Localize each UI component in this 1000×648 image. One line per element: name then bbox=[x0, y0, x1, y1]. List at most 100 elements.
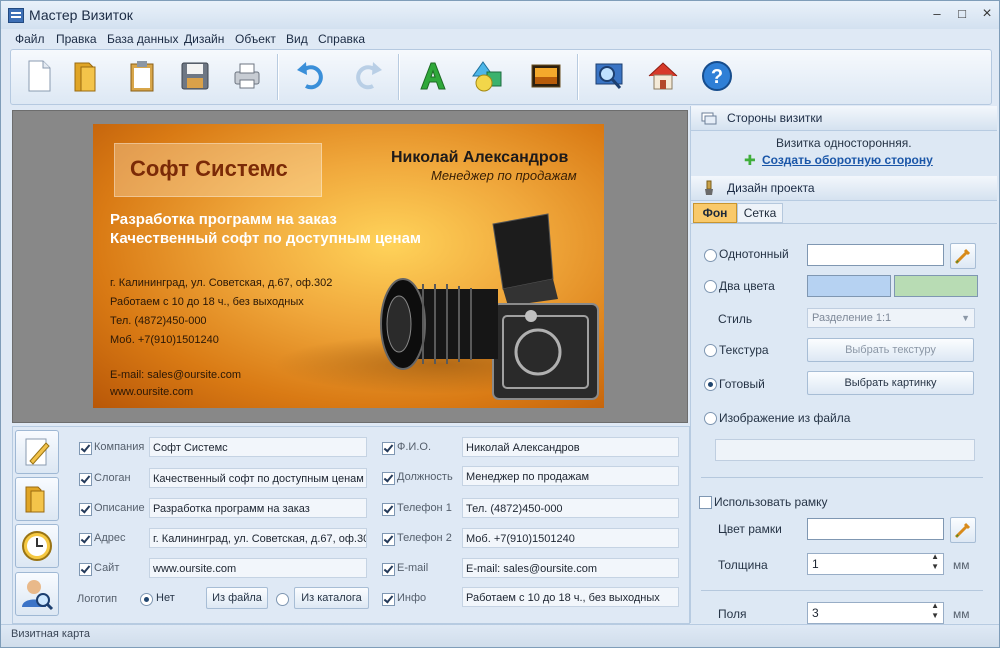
card-name[interactable]: Николай Александров bbox=[391, 149, 568, 167]
design-header-title: Дизайн проекта bbox=[727, 181, 815, 195]
logo-from-file-button[interactable]: Из файла bbox=[206, 587, 268, 609]
second-color-box[interactable] bbox=[894, 275, 978, 297]
first-color-box[interactable] bbox=[807, 275, 891, 297]
address-input[interactable]: г. Калининград, ул. Советская, д.67, оф.… bbox=[149, 528, 367, 548]
description-input[interactable]: Разработка программ на заказ bbox=[149, 498, 367, 518]
company-input[interactable]: Софт Системс bbox=[149, 437, 367, 457]
minimize-button[interactable]: – bbox=[926, 5, 948, 23]
texture-radio[interactable] bbox=[704, 344, 717, 357]
menu-bar: Файл Правка База данных Дизайн Объект Ви… bbox=[1, 29, 999, 49]
menu-view[interactable]: Вид bbox=[286, 32, 308, 46]
logo-label: Логотип bbox=[77, 593, 118, 605]
spin-arrows-icon[interactable]: ▲ ▼ bbox=[931, 552, 939, 572]
card-position[interactable]: Менеджер по продажам bbox=[431, 168, 577, 183]
image-icon[interactable] bbox=[528, 58, 564, 94]
fio-checkbox[interactable] bbox=[382, 442, 395, 455]
site-checkbox[interactable] bbox=[79, 563, 92, 576]
menu-object[interactable]: Объект bbox=[235, 32, 276, 46]
texture-label: Текстура bbox=[719, 343, 769, 357]
menu-database[interactable]: База данных bbox=[107, 32, 178, 46]
templates-button[interactable] bbox=[15, 477, 59, 521]
phone2-input[interactable]: Моб. +7(910)1501240 bbox=[462, 528, 679, 548]
info-checkbox[interactable] bbox=[382, 593, 395, 606]
fields-panel: Компания Софт Системс Слоган Качественны… bbox=[12, 426, 690, 624]
create-back-side-link[interactable]: Создать оборотную сторону bbox=[762, 153, 933, 167]
card-site[interactable]: www.oursite.com bbox=[110, 386, 193, 398]
thickness-unit: мм bbox=[953, 558, 970, 572]
slogan-input[interactable]: Качественный софт по доступным ценам bbox=[149, 468, 367, 488]
address-checkbox[interactable] bbox=[79, 533, 92, 546]
position-input[interactable]: Менеджер по продажам bbox=[462, 466, 679, 486]
ready-radio[interactable] bbox=[704, 378, 717, 391]
phone1-checkbox[interactable] bbox=[382, 503, 395, 516]
zoom-icon[interactable] bbox=[591, 58, 627, 94]
edit-text-button[interactable] bbox=[15, 430, 59, 474]
logo-none-radio[interactable] bbox=[140, 593, 153, 606]
frame-color-box[interactable] bbox=[807, 518, 944, 540]
user-search-button[interactable] bbox=[15, 572, 59, 616]
style-select[interactable]: Разделение 1:1 ▼ bbox=[807, 308, 975, 328]
new-file-icon[interactable] bbox=[21, 58, 57, 94]
fio-input[interactable]: Николай Александров bbox=[462, 437, 679, 457]
two-colors-radio[interactable] bbox=[704, 280, 717, 293]
toolbar-separator bbox=[277, 54, 279, 100]
close-button[interactable]: × bbox=[976, 5, 998, 23]
logo-catalog-radio[interactable] bbox=[276, 593, 289, 606]
clipboard-icon[interactable] bbox=[124, 58, 160, 94]
clock-icon bbox=[22, 531, 52, 561]
phone1-input[interactable]: Тел. (4872)450-000 bbox=[462, 498, 679, 518]
card-address[interactable]: г. Калининград, ул. Советская, д.67, оф.… bbox=[110, 277, 332, 289]
menu-help[interactable]: Справка bbox=[318, 32, 365, 46]
card-mobile[interactable]: Моб. +7(910)1501240 bbox=[110, 334, 219, 346]
email-input[interactable]: E-mail: sales@oursite.com bbox=[462, 558, 679, 578]
menu-edit[interactable]: Правка bbox=[56, 32, 97, 46]
image-file-path-input[interactable] bbox=[715, 439, 975, 461]
card-phone[interactable]: Тел. (4872)450-000 bbox=[110, 315, 207, 327]
history-button[interactable] bbox=[15, 524, 59, 568]
open-folder-icon[interactable] bbox=[69, 58, 105, 94]
business-card-preview[interactable]: Софт Системс Николай Александров Менедже… bbox=[93, 124, 604, 408]
home-icon[interactable] bbox=[645, 58, 681, 94]
thickness-label: Толщина bbox=[718, 558, 768, 572]
menu-file[interactable]: Файл bbox=[15, 32, 45, 46]
redo-icon[interactable] bbox=[349, 58, 385, 94]
site-input[interactable]: www.oursite.com bbox=[149, 558, 367, 578]
choose-texture-button[interactable]: Выбрать текстуру bbox=[807, 338, 974, 362]
solid-radio[interactable] bbox=[704, 249, 717, 262]
position-checkbox[interactable] bbox=[382, 472, 395, 485]
frame-color-picker-button[interactable] bbox=[950, 517, 976, 543]
phone2-checkbox[interactable] bbox=[382, 533, 395, 546]
card-email[interactable]: E-mail: sales@oursite.com bbox=[110, 369, 241, 381]
info-input[interactable]: Работаем с 10 до 18 ч., без выходных bbox=[462, 587, 679, 607]
image-from-file-radio[interactable] bbox=[704, 412, 717, 425]
description-checkbox[interactable] bbox=[79, 503, 92, 516]
card-description[interactable]: Разработка программ на заказ bbox=[110, 211, 337, 228]
card-company[interactable]: Софт Системс bbox=[130, 156, 288, 182]
save-icon[interactable] bbox=[177, 58, 213, 94]
tab-background[interactable]: Фон bbox=[693, 203, 737, 223]
app-window: Мастер Визиток – □ × Файл Правка База да… bbox=[0, 0, 1000, 648]
company-checkbox[interactable] bbox=[79, 442, 92, 455]
slogan-checkbox[interactable] bbox=[79, 473, 92, 486]
solid-color-picker-button[interactable] bbox=[950, 243, 976, 269]
spin-arrows-icon[interactable]: ▲ ▼ bbox=[931, 601, 939, 621]
use-frame-checkbox[interactable] bbox=[699, 496, 712, 509]
undo-icon[interactable] bbox=[294, 58, 330, 94]
sides-header[interactable]: Стороны визитки bbox=[691, 106, 997, 131]
help-icon[interactable]: ? bbox=[699, 58, 735, 94]
text-tool-icon[interactable] bbox=[415, 58, 451, 94]
print-icon[interactable] bbox=[229, 58, 265, 94]
card-hours[interactable]: Работаем с 10 до 18 ч., без выходных bbox=[110, 296, 304, 308]
menu-design[interactable]: Дизайн bbox=[184, 32, 224, 46]
choose-image-button[interactable]: Выбрать картинку bbox=[807, 371, 974, 395]
solid-color-box[interactable] bbox=[807, 244, 944, 266]
tab-grid[interactable]: Сетка bbox=[737, 203, 783, 223]
email-checkbox[interactable] bbox=[382, 563, 395, 576]
toolbar: ? bbox=[10, 49, 992, 105]
thickness-spinner[interactable]: 1 ▲ ▼ bbox=[807, 552, 944, 575]
shapes-icon[interactable] bbox=[469, 58, 505, 94]
maximize-button[interactable]: □ bbox=[951, 5, 973, 23]
margins-spinner[interactable]: 3 ▲ ▼ bbox=[807, 601, 944, 624]
design-header[interactable]: Дизайн проекта bbox=[691, 176, 997, 201]
logo-from-catalog-button[interactable]: Из каталога bbox=[294, 587, 369, 609]
